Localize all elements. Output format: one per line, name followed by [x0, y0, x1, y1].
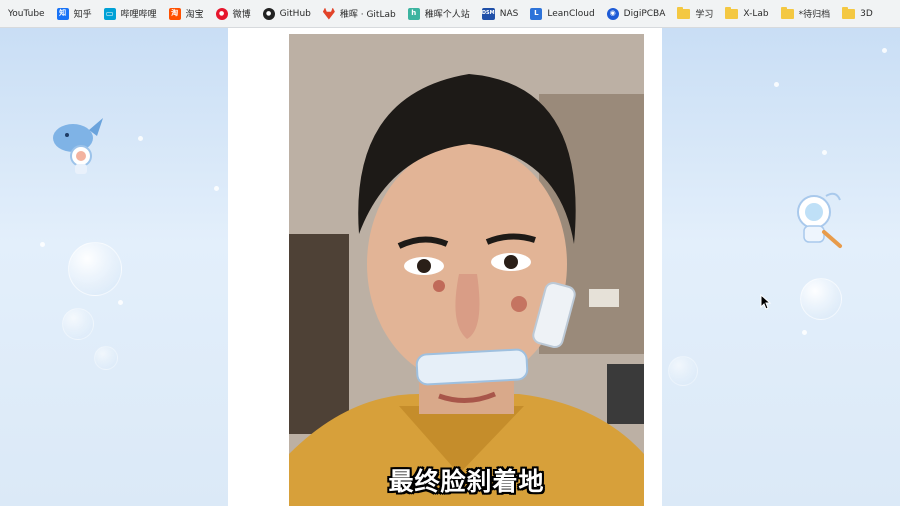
folder-icon — [780, 6, 794, 19]
bookmark-gitlab[interactable]: 稚晖 · GitLab — [317, 3, 402, 25]
bookmark-label: 微博 — [232, 10, 251, 20]
bookmark-personal-site[interactable]: h 稚晖个人站 — [402, 3, 476, 25]
video-frame[interactable]: 最终脸刹着地 — [289, 34, 644, 506]
sparkle-decoration — [138, 136, 143, 141]
sparkle-decoration — [214, 186, 219, 191]
mouse-cursor-icon — [760, 294, 772, 310]
bilibili-icon: ▭ — [103, 7, 116, 20]
bookmark-label: *待归档 — [798, 10, 831, 20]
bookmark-label: 淘宝 — [185, 10, 204, 20]
bookmark-folder-3d[interactable]: 3D — [836, 3, 879, 25]
right-background-panel — [662, 28, 900, 506]
taobao-icon: 淘 — [168, 7, 181, 20]
bookmark-nas[interactable]: DSM NAS — [476, 3, 525, 25]
nas-icon: DSM — [481, 7, 495, 20]
bubble-decoration — [800, 278, 842, 320]
zhihu-icon: 知 — [56, 7, 69, 20]
bubble-decoration — [94, 346, 118, 370]
bubble-decoration — [68, 242, 122, 296]
bookmark-folder-archive[interactable]: *待归档 — [775, 3, 837, 25]
bookmark-leancloud[interactable]: L LeanCloud — [524, 3, 600, 25]
video-subtitle: 最终脸刹着地 — [388, 467, 545, 496]
left-background-panel — [0, 28, 228, 506]
sparkle-decoration — [822, 150, 827, 155]
bookmark-taobao[interactable]: 淘 淘宝 — [163, 3, 210, 25]
site-icon: h — [407, 7, 420, 20]
sparkle-decoration — [802, 330, 807, 335]
bookmark-github[interactable]: ● GitHub — [257, 3, 317, 25]
bookmark-digipcba[interactable]: ◉ DigiPCBA — [601, 3, 672, 25]
sparkle-decoration — [882, 48, 887, 53]
folder-icon — [677, 6, 691, 19]
bookmark-label: 稚晖个人站 — [424, 10, 470, 20]
astronaut-illustration — [797, 192, 842, 248]
sparkle-decoration — [118, 300, 123, 305]
sparkle-decoration — [40, 242, 45, 247]
bookmark-label: GitHub — [279, 8, 311, 19]
bookmark-youtube[interactable]: YouTube — [2, 3, 51, 25]
bookmark-label: 哔哩哔哩 — [120, 10, 157, 20]
selfie-photo — [289, 34, 644, 506]
bookmark-label: 3D — [860, 8, 873, 19]
folder-icon — [842, 6, 856, 19]
bookmarks-bar: YouTube 知 知乎 ▭ 哔哩哔哩 淘 淘宝 ● 微博 ● GitHub 稚… — [0, 0, 900, 28]
bookmark-label: 学习 — [695, 10, 714, 20]
folder-icon — [725, 6, 739, 19]
bookmark-label: LeanCloud — [547, 8, 595, 19]
bubble-decoration — [62, 308, 94, 340]
bookmark-label: X-Lab — [743, 8, 769, 19]
bookmark-folder-xlab[interactable]: X-Lab — [719, 3, 774, 25]
bookmark-label: NAS — [499, 8, 519, 19]
digipcba-icon: ◉ — [606, 7, 619, 20]
gitlab-icon — [322, 7, 335, 20]
weibo-icon: ● — [215, 7, 228, 20]
bookmark-zhihu[interactable]: 知 知乎 — [51, 3, 98, 25]
whale-astronaut-illustration — [53, 118, 103, 174]
bookmark-label: YouTube — [8, 8, 45, 19]
github-icon: ● — [262, 7, 275, 20]
sparkle-decoration — [774, 82, 779, 87]
bookmark-folder-study[interactable]: 学习 — [671, 3, 719, 25]
bookmark-label: 稚晖 · GitLab — [339, 10, 396, 20]
bookmark-label: DigiPCBA — [623, 8, 666, 19]
leancloud-icon: L — [530, 7, 543, 20]
bubble-decoration — [668, 356, 698, 386]
bookmark-label: 知乎 — [73, 10, 92, 20]
bookmark-weibo[interactable]: ● 微博 — [210, 3, 257, 25]
bookmark-bilibili[interactable]: ▭ 哔哩哔哩 — [98, 3, 163, 25]
